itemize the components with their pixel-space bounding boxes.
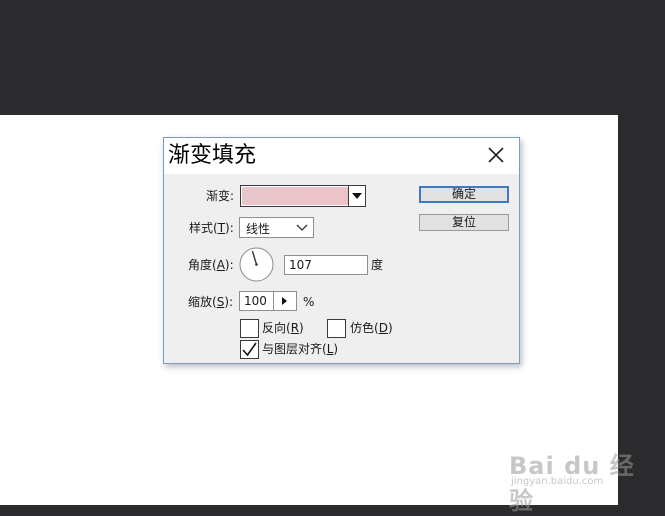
- reset-button[interactable]: 复位: [419, 214, 509, 231]
- gradient-swatch[interactable]: [242, 187, 348, 205]
- scale-unit: %: [303, 295, 315, 309]
- watermark-url: jingyan.baidu.com: [511, 476, 604, 487]
- triangle-down-icon: [352, 193, 362, 199]
- gradient-label: 渐变:: [206, 189, 235, 203]
- scale-input[interactable]: 100: [239, 291, 274, 311]
- scale-slider-button[interactable]: [273, 291, 297, 311]
- gradient-dropdown-button[interactable]: [348, 186, 365, 206]
- triangle-right-icon: [273, 292, 287, 310]
- scale-label: 缩放(S):: [188, 295, 234, 309]
- dither-label: 仿色(D): [350, 321, 393, 335]
- chevron-down-icon: [296, 224, 308, 231]
- reverse-checkbox[interactable]: [240, 319, 259, 338]
- style-label: 样式(T):: [189, 221, 234, 235]
- dialog-title: 渐变填充: [168, 143, 257, 168]
- reverse-label: 反向(R): [262, 321, 304, 335]
- close-icon[interactable]: [484, 143, 508, 167]
- baidu-watermark: Bai du 经验 jingyan.baidu.com: [509, 432, 649, 515]
- gradient-picker[interactable]: [240, 185, 366, 207]
- style-select-value: 线性: [246, 222, 271, 236]
- dialog-titlebar: 渐变填充: [164, 138, 519, 174]
- style-select[interactable]: 线性: [239, 217, 314, 238]
- angle-dial[interactable]: [239, 247, 274, 282]
- angle-label: 角度(A):: [188, 258, 234, 272]
- gradient-fill-dialog: 渐变填充 渐变: 样式(T): 线性 角度(A): 107 度 缩放(S): 1…: [163, 137, 520, 364]
- checkmark-icon: [242, 342, 257, 357]
- align-with-layer-label: 与图层对齐(L): [262, 342, 339, 356]
- align-with-layer-checkbox[interactable]: [240, 340, 259, 359]
- dither-checkbox[interactable]: [327, 319, 346, 338]
- ok-button[interactable]: 确定: [419, 186, 509, 203]
- angle-input[interactable]: 107: [284, 255, 368, 275]
- angle-unit: 度: [371, 258, 384, 272]
